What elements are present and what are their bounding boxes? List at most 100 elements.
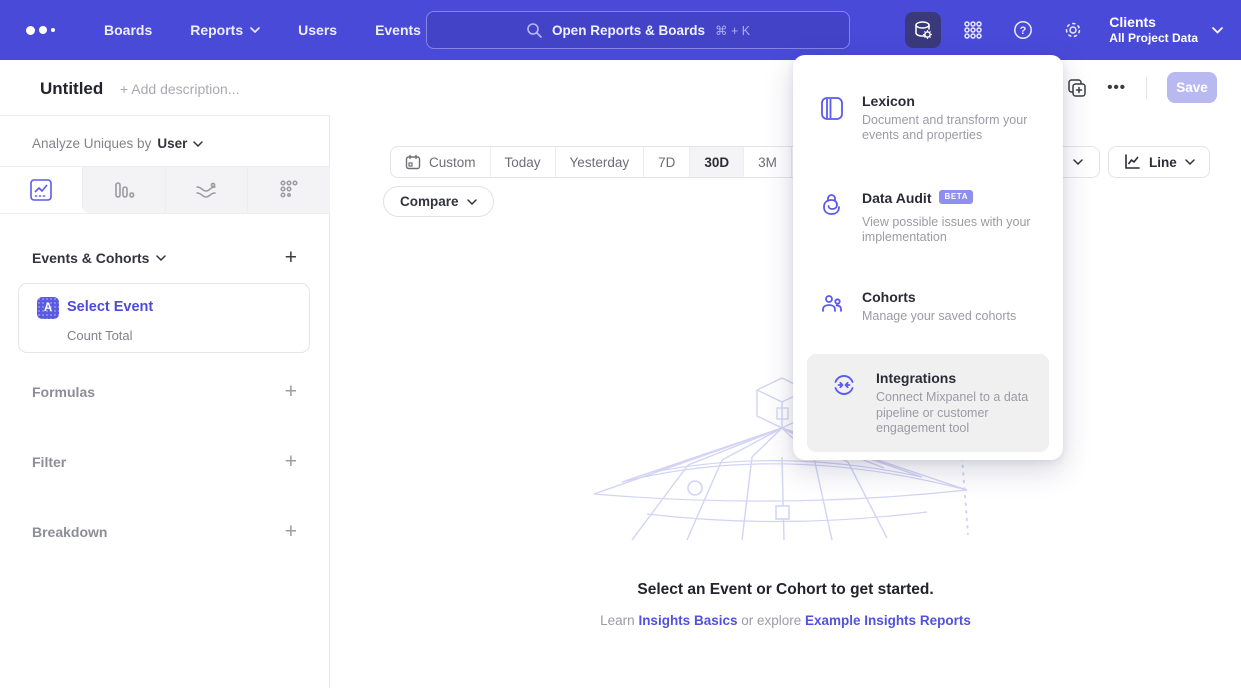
nav-events-label: Events — [375, 22, 421, 38]
compare-label: Compare — [400, 194, 459, 209]
calendar-icon — [405, 154, 421, 170]
events-cohorts-header[interactable]: Events & Cohorts — [32, 250, 166, 266]
integrations-icon — [831, 372, 857, 398]
date-range-3m-label: 3M — [758, 155, 777, 170]
event-row[interactable]: A Select Event Count Total — [18, 283, 310, 353]
nav-events[interactable]: Events — [375, 22, 421, 38]
add-event-button[interactable]: + — [285, 247, 297, 268]
apps-grid-icon — [962, 19, 984, 41]
more-options-button[interactable]: ••• — [1107, 79, 1126, 96]
chevron-down-icon — [193, 141, 203, 147]
line-chart-icon — [29, 178, 53, 202]
compare-button[interactable]: Compare — [383, 186, 494, 217]
data-audit-icon — [819, 192, 845, 218]
cohorts-title: Cohorts — [862, 289, 1016, 305]
aggregation-selector[interactable]: Count Total — [67, 328, 133, 343]
cohorts-description: Manage your saved cohorts — [862, 309, 1016, 324]
more-date-ranges-button[interactable] — [1057, 147, 1099, 177]
settings-gear-icon — [1062, 19, 1084, 41]
chevron-down-icon — [1212, 27, 1223, 34]
chevron-down-icon — [250, 27, 260, 33]
flow-chart-icon — [194, 178, 218, 202]
date-range-yesterday[interactable]: Yesterday — [556, 147, 645, 177]
bar-chart-icon — [112, 178, 136, 202]
nav-boards[interactable]: Boards — [104, 22, 152, 38]
search-icon — [526, 22, 542, 38]
lexicon-description: Document and transform your events and p… — [862, 113, 1032, 144]
settings-gear-button[interactable] — [1055, 12, 1091, 48]
analyze-value: User — [157, 136, 187, 151]
integrations-title: Integrations — [876, 370, 1037, 386]
tab-line-chart[interactable] — [0, 167, 82, 213]
analyze-uniques-selector[interactable]: Analyze Uniques by User — [32, 136, 203, 151]
save-button[interactable]: Save — [1167, 72, 1217, 103]
analyze-label: Analyze Uniques by — [32, 136, 151, 151]
nav-reports[interactable]: Reports — [190, 22, 260, 38]
breakdown-label: Breakdown — [32, 524, 107, 540]
example-insights-reports-link[interactable]: Example Insights Reports — [805, 613, 971, 628]
or-explore-text: or explore — [737, 613, 805, 628]
global-search-input[interactable]: Open Reports & Boards ⌘ + K — [426, 11, 850, 49]
date-range-custom[interactable]: Custom — [391, 147, 491, 177]
data-management-button[interactable] — [905, 12, 941, 48]
learn-text: Learn — [600, 613, 638, 628]
menu-item-lexicon[interactable]: Lexicon Document and transform your even… — [793, 81, 1063, 156]
line-chart-icon — [1123, 153, 1141, 171]
insights-basics-link[interactable]: Insights Basics — [638, 613, 737, 628]
chevron-down-icon — [1185, 159, 1195, 165]
date-range-7d-label: 7D — [658, 155, 675, 170]
integrations-description: Connect Mixpanel to a data pipeline or c… — [876, 390, 1037, 436]
select-event-button[interactable]: Select Event — [67, 299, 153, 315]
add-filter-button[interactable]: + — [285, 451, 297, 472]
org-name: Clients — [1109, 14, 1198, 32]
date-range-yesterday-label: Yesterday — [570, 155, 630, 170]
add-formula-button[interactable]: + — [285, 381, 297, 402]
filter-label: Filter — [32, 454, 66, 470]
tab-metric-chart[interactable] — [247, 167, 330, 213]
duplicate-icon[interactable] — [1067, 78, 1087, 98]
chevron-down-icon — [156, 255, 166, 261]
date-range-today[interactable]: Today — [491, 147, 556, 177]
menu-item-data-audit[interactable]: Data Audit BETA View possible issues wit… — [793, 178, 1063, 258]
chevron-down-icon — [1073, 159, 1083, 165]
nav-users[interactable]: Users — [298, 22, 337, 38]
date-range-3m[interactable]: 3M — [744, 147, 792, 177]
data-audit-description: View possible issues with your implement… — [862, 215, 1032, 246]
query-builder-sidebar: Analyze Uniques by User — [0, 115, 330, 688]
project-switcher[interactable]: Clients All Project Data — [1109, 14, 1198, 47]
mixpanel-logo-icon[interactable] — [26, 26, 66, 35]
empty-state-subtitle: Learn Insights Basics or explore Example… — [330, 613, 1241, 628]
add-breakdown-button[interactable]: + — [285, 521, 297, 542]
chart-type-label: Line — [1149, 155, 1177, 170]
search-placeholder: Open Reports & Boards — [552, 23, 705, 38]
apps-grid-button[interactable] — [955, 12, 991, 48]
menu-item-integrations[interactable]: Integrations Connect Mixpanel to a data … — [807, 354, 1049, 452]
metric-chart-icon — [277, 178, 301, 202]
data-management-menu: Lexicon Document and transform your even… — [793, 55, 1063, 460]
event-letter-badge: A — [37, 297, 59, 319]
date-range-7d[interactable]: 7D — [644, 147, 690, 177]
report-title[interactable]: Untitled — [40, 79, 103, 99]
empty-state-title: Select an Event or Cohort to get started… — [330, 581, 1241, 599]
tab-flow-chart[interactable] — [165, 167, 248, 213]
svg-text:?: ? — [1020, 25, 1027, 37]
nav-reports-label: Reports — [190, 22, 243, 38]
formulas-section: Formulas + — [32, 381, 297, 402]
project-name: All Project Data — [1109, 31, 1198, 46]
help-button[interactable]: ? — [1005, 12, 1041, 48]
cohorts-icon — [819, 291, 845, 317]
tab-bar-chart[interactable] — [82, 167, 165, 213]
date-range-30d[interactable]: 30D — [690, 147, 744, 177]
chart-type-selector[interactable]: Line — [1108, 146, 1210, 178]
add-description-field[interactable]: + Add description... — [120, 81, 239, 97]
nav-boards-label: Boards — [104, 22, 152, 38]
data-audit-title: Data Audit BETA — [862, 190, 1032, 206]
date-range-30d-label: 30D — [704, 155, 729, 170]
beta-badge: BETA — [939, 190, 973, 204]
data-management-icon — [912, 19, 934, 41]
menu-item-cohorts[interactable]: Cohorts Manage your saved cohorts — [793, 277, 1063, 336]
search-shortcut-hint: ⌘ + K — [715, 23, 750, 38]
events-cohorts-label: Events & Cohorts — [32, 250, 149, 266]
breakdown-section: Breakdown + — [32, 521, 297, 542]
filter-section: Filter + — [32, 451, 297, 472]
